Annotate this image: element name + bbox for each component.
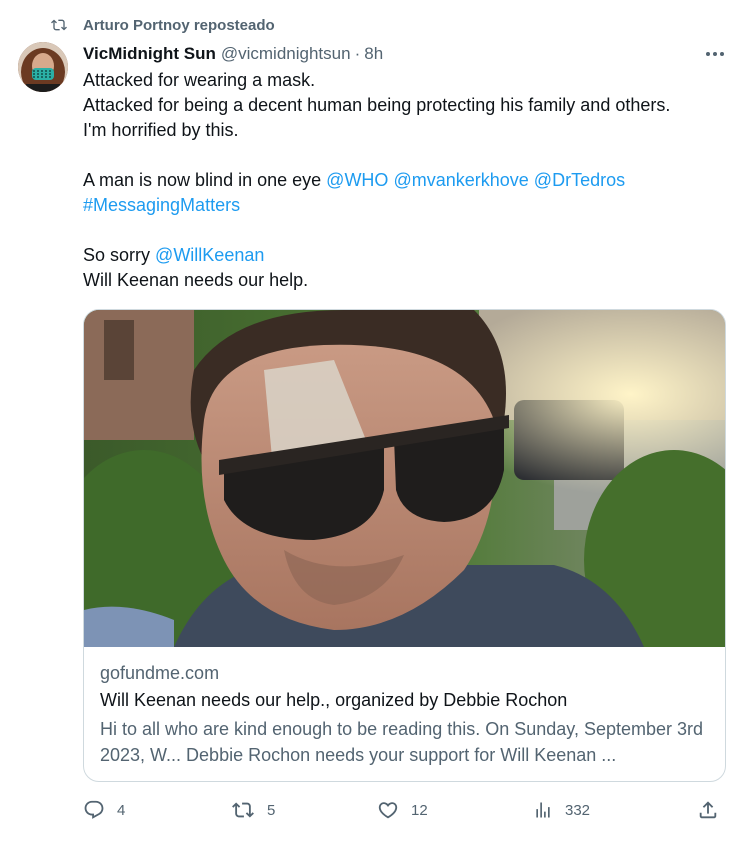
repost-count: 5 bbox=[267, 801, 276, 819]
mention-who[interactable]: @WHO bbox=[326, 170, 388, 190]
card-image[interactable] bbox=[84, 310, 725, 647]
avatar[interactable] bbox=[18, 42, 68, 92]
share-button[interactable] bbox=[697, 796, 719, 824]
share-icon bbox=[699, 801, 717, 819]
views-count: 332 bbox=[565, 801, 591, 819]
tweet-line: I'm horrified by this. bbox=[83, 120, 239, 140]
tweet-header: VicMidnight Sun @vicmidnightsun · 8h bbox=[83, 42, 383, 66]
heart-icon bbox=[378, 802, 398, 819]
mention-drtedros[interactable]: @DrTedros bbox=[534, 170, 625, 190]
card-title: Will Keenan needs our help., organized b… bbox=[100, 690, 568, 710]
tweet-text: Attacked for wearing a mask. Attacked fo… bbox=[83, 68, 733, 293]
author-name[interactable]: VicMidnight Sun bbox=[83, 44, 216, 64]
reply-count: 4 bbox=[117, 801, 126, 819]
views-icon bbox=[536, 802, 550, 818]
like-count: 12 bbox=[411, 801, 428, 819]
repost-icon bbox=[232, 802, 254, 818]
tweet-line: Attacked for being a decent human being … bbox=[83, 95, 671, 115]
link-card[interactable]: gofundme.com Will Keenan needs our help.… bbox=[83, 309, 726, 782]
repost-icon bbox=[49, 15, 69, 35]
tweet-line: A man is now blind in one eye @WHO @mvan… bbox=[83, 168, 733, 193]
card-domain: gofundme.com bbox=[100, 663, 220, 683]
tweet-line-text: A man is now blind in one eye bbox=[83, 170, 322, 190]
reply-icon bbox=[84, 800, 104, 819]
hashtag-messagingmatters[interactable]: #MessagingMatters bbox=[83, 195, 240, 215]
repost-label: Arturo Portnoy reposteado bbox=[83, 16, 275, 34]
tweet-line-text: So sorry bbox=[83, 245, 151, 265]
author-handle[interactable]: @vicmidnightsun bbox=[221, 44, 351, 64]
more-options-button[interactable] bbox=[700, 42, 730, 66]
views-button[interactable]: 332 bbox=[533, 796, 590, 824]
tweet-time[interactable]: 8h bbox=[364, 44, 383, 64]
reply-button[interactable]: 4 bbox=[83, 796, 125, 824]
repost-indicator[interactable]: Arturo Portnoy reposteado bbox=[49, 14, 275, 36]
more-icon bbox=[706, 52, 724, 56]
card-description: Hi to all who are kind enough to be read… bbox=[100, 719, 704, 765]
tweet-line: #MessagingMatters bbox=[83, 193, 733, 218]
repost-button[interactable]: 5 bbox=[231, 796, 275, 824]
action-bar: 4 5 12 332 bbox=[83, 796, 725, 824]
tweet-line: Will Keenan needs our help. bbox=[83, 270, 309, 290]
tweet-line: Attacked for wearing a mask. bbox=[83, 70, 316, 90]
mention-willkeenan[interactable]: @WillKeenan bbox=[155, 245, 264, 265]
separator-dot: · bbox=[354, 44, 361, 63]
mention-mvankerkhove[interactable]: @mvankerkhove bbox=[393, 170, 528, 190]
like-button[interactable]: 12 bbox=[377, 796, 428, 824]
tweet-line: So sorry @WillKeenan bbox=[83, 243, 733, 268]
